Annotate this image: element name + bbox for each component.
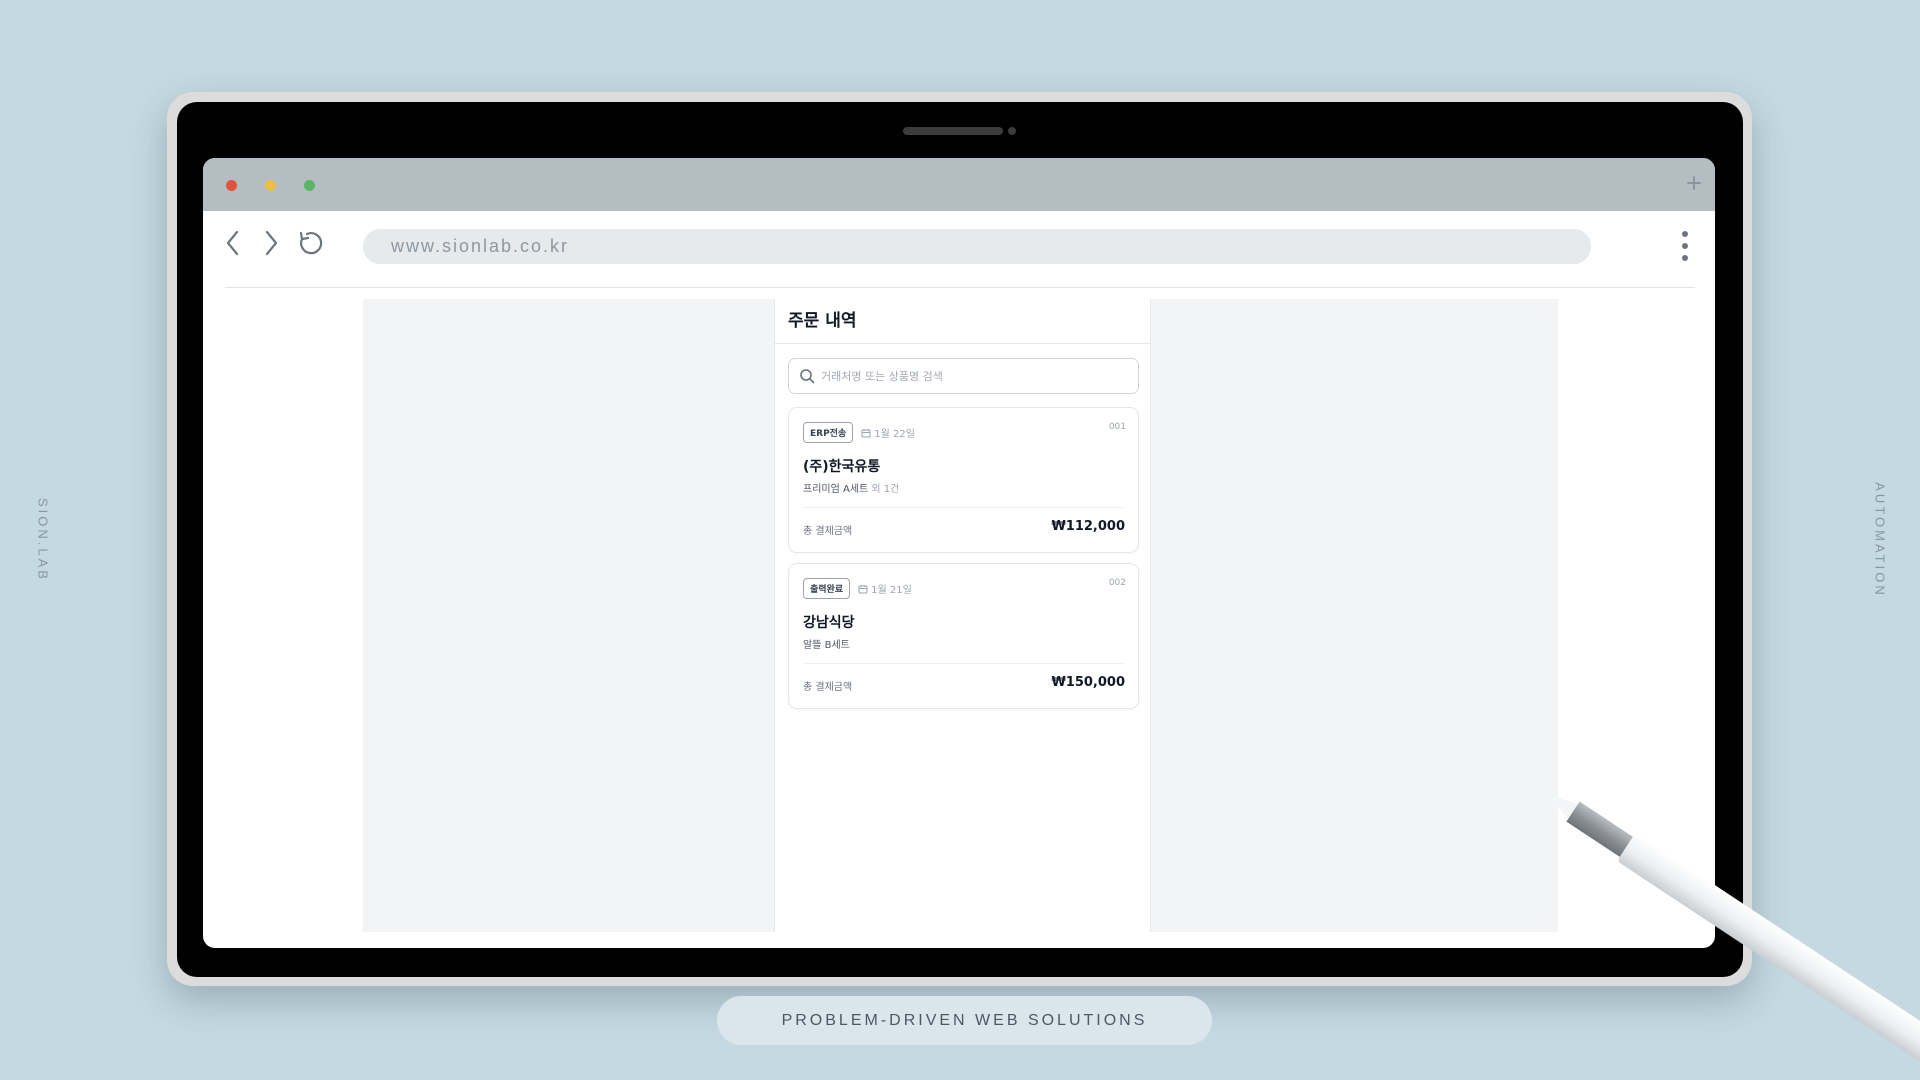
maximize-window-button[interactable] — [304, 180, 315, 191]
search-icon — [800, 369, 815, 384]
search-input[interactable] — [821, 369, 1121, 383]
order-number: 001 — [1108, 422, 1126, 432]
order-meta: 출력완료 1월 21일 — [803, 578, 912, 599]
reload-button[interactable] — [296, 227, 326, 259]
order-date-text: 1월 21일 — [871, 585, 912, 596]
tablet-camera — [1008, 127, 1016, 135]
back-button[interactable] — [218, 227, 248, 259]
browser-window: www.sionlab.co.kr 주문 내역 ERP전송 — [203, 158, 1715, 948]
automation-side-label: AUTOMATION — [1872, 482, 1888, 598]
close-window-button[interactable] — [226, 180, 237, 191]
total-label: 총 결제금액 — [803, 682, 853, 693]
brand-side-label: SION.LAB — [35, 498, 51, 582]
product-name: 알뜰 B세트 — [803, 640, 850, 651]
order-card[interactable]: ERP전송 1월 22일 001 (주)한국유통 프리미엄 A세트 외 1건 총… — [788, 407, 1139, 553]
total-amount: ₩150,000 — [1051, 675, 1125, 690]
product-summary: 프리미엄 A세트 외 1건 — [803, 480, 899, 495]
reload-icon — [299, 231, 323, 255]
card-divider — [803, 663, 1124, 664]
tagline-pill: PROBLEM-DRIVEN WEB SOLUTIONS — [717, 996, 1212, 1045]
tablet-speaker — [903, 127, 1003, 135]
calendar-icon — [861, 428, 871, 437]
order-card[interactable]: 출력완료 1월 21일 002 강남식당 알뜰 B세트 총 결제금액 ₩150,… — [788, 563, 1139, 709]
page-title: 주문 내역 — [788, 311, 857, 331]
order-number: 002 — [1108, 578, 1126, 588]
status-badge: ERP전송 — [803, 422, 854, 443]
browser-toolbar: www.sionlab.co.kr — [203, 211, 1715, 289]
stylus-pen-image — [1548, 795, 1920, 1080]
total-label: 총 결제금액 — [803, 526, 853, 537]
order-date-text: 1월 22일 — [874, 429, 915, 440]
status-badge: 출력완료 — [803, 578, 851, 599]
order-meta: ERP전송 1월 22일 — [803, 422, 915, 443]
calendar-icon — [858, 584, 868, 593]
minimize-window-button[interactable] — [265, 180, 276, 191]
product-summary: 알뜰 B세트 — [803, 636, 850, 651]
order-history-panel: 주문 내역 ERP전송 1월 22일 001 (주)한국유 — [774, 299, 1151, 932]
new-tab-button[interactable] — [1681, 170, 1707, 196]
browser-titlebar — [203, 158, 1715, 211]
toolbar-divider — [225, 287, 1695, 288]
customer-name: (주)한국유통 — [803, 459, 881, 475]
product-extra-count: 외 1건 — [871, 484, 900, 495]
chevron-right-icon — [265, 230, 278, 256]
stylus-pen-illustration — [1540, 790, 1920, 1080]
product-name: 프리미엄 A세트 — [803, 484, 869, 495]
kebab-menu-icon — [1682, 231, 1688, 261]
customer-name: 강남식당 — [803, 615, 855, 631]
plus-icon — [1687, 176, 1701, 190]
address-bar[interactable]: www.sionlab.co.kr — [363, 229, 1591, 264]
card-divider — [803, 507, 1124, 508]
order-date: 1월 22일 — [861, 425, 915, 440]
total-amount: ₩112,000 — [1051, 519, 1125, 534]
panel-header: 주문 내역 — [775, 299, 1150, 344]
order-date: 1월 21일 — [858, 581, 912, 596]
chevron-left-icon — [226, 230, 239, 256]
search-box[interactable] — [788, 358, 1139, 394]
browser-menu-button[interactable] — [1673, 229, 1697, 263]
forward-button[interactable] — [256, 227, 286, 259]
